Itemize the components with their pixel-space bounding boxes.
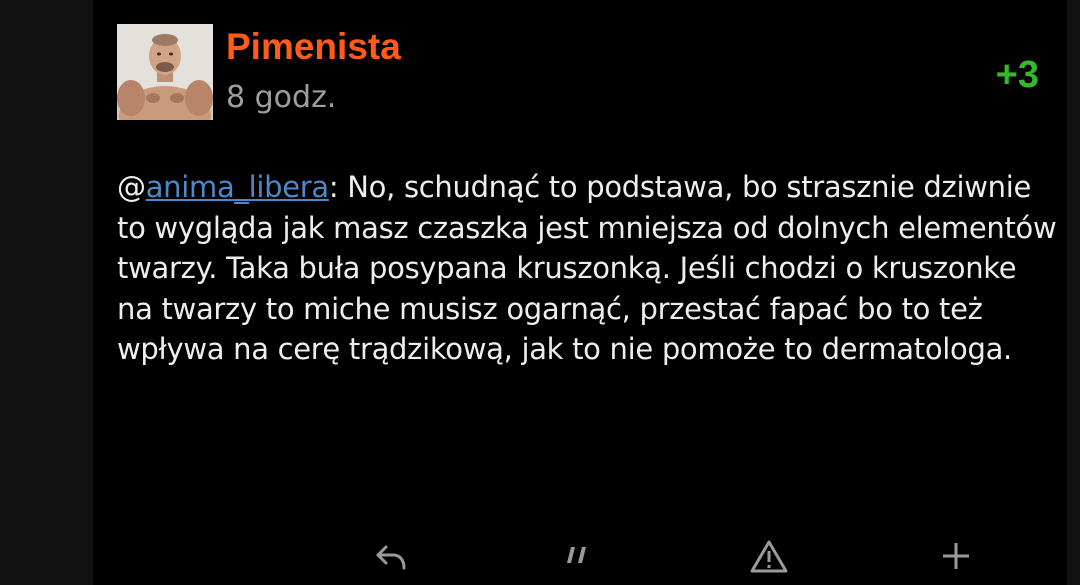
report-button[interactable]	[747, 534, 791, 578]
warning-icon	[750, 540, 788, 573]
quote-icon	[567, 547, 586, 563]
plus-icon	[943, 543, 969, 569]
comment-body: @anima_libera: No, schudnąć to podstawa,…	[117, 167, 1057, 370]
app-frame: Pimenista 8 godz. +3 @anima_libera: No, …	[0, 0, 1080, 585]
author-name[interactable]: Pimenista	[226, 26, 401, 68]
comment-time: 8 godz.	[226, 80, 337, 115]
mention-link[interactable]: anima_libera	[146, 170, 329, 204]
reply-button[interactable]	[369, 534, 413, 578]
comment-card: Pimenista 8 godz. +3 @anima_libera: No, …	[93, 0, 1067, 585]
mention-prefix: @	[117, 170, 146, 204]
quote-button[interactable]	[556, 534, 600, 578]
reply-icon	[376, 545, 406, 570]
avatar[interactable]	[117, 24, 213, 120]
vote-score[interactable]: +3	[996, 54, 1039, 97]
plus-button[interactable]	[934, 534, 978, 578]
avatar-image	[117, 24, 213, 120]
comment-actions	[93, 534, 1067, 580]
